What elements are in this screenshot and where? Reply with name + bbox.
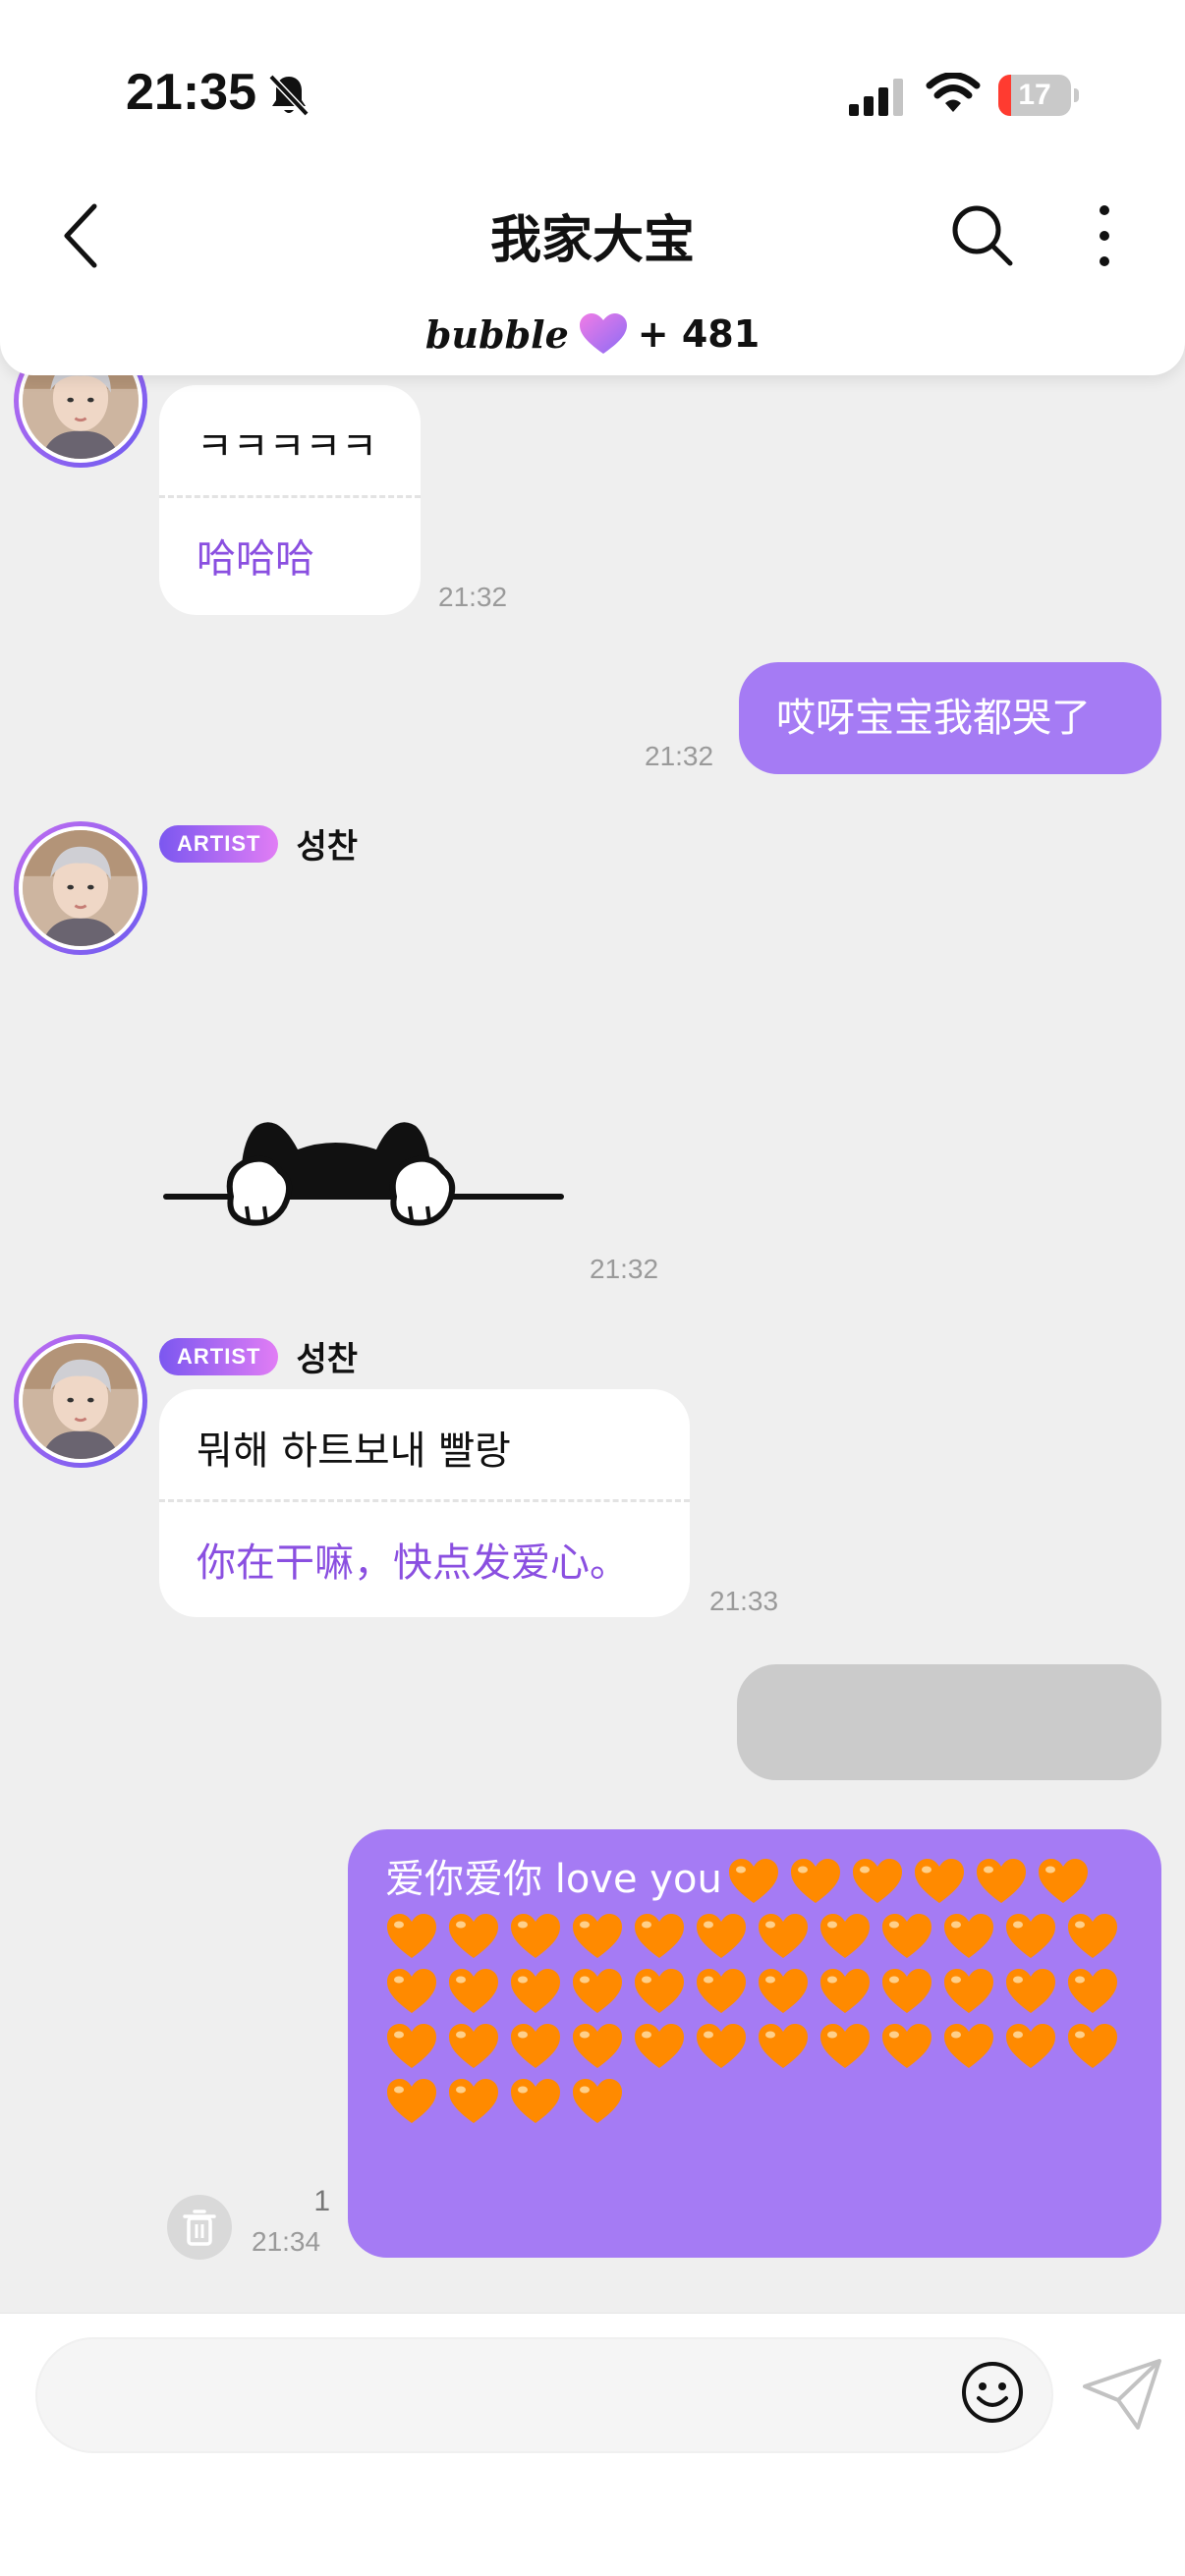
orange-heart-icon [1068,2024,1117,2068]
heart-gradient-icon [579,313,627,354]
orange-heart-icon [820,1969,870,2013]
message-translation-text: 你在干嘛，快点发爱心。 [197,1540,629,1586]
message-text: 爱你爱你 love you [385,1857,722,1902]
bubble-count: + 481 [637,312,761,356]
orange-heart-icon [944,2024,993,2068]
orange-heart-icon [697,2024,746,2068]
orange-heart-icon [1006,2024,1055,2068]
message-bubble-outgoing[interactable]: 哎呀宝宝我都哭了 [739,662,1161,774]
orange-heart-icon [759,1914,808,1958]
orange-heart-icon [976,1859,1026,1903]
orange-heart-icon [728,1859,778,1903]
more-vertical-icon[interactable] [1085,198,1124,273]
orange-heart-icon [387,1914,436,1958]
orange-heart-icon [387,2079,436,2123]
orange-heart-icon [790,1859,840,1903]
message-time: 21:32 [590,1254,659,1284]
battery-percent: 17 [1018,79,1051,111]
search-icon[interactable] [949,202,1014,267]
orange-heart-icon [573,1914,622,1958]
message-input[interactable] [35,2337,1053,2453]
orange-heart-icon [852,1859,902,1903]
orange-heart-icon [882,1914,931,1958]
heart-emoji-list [385,1859,1128,2123]
orange-heart-icon [449,2024,498,2068]
status-bar: 21:35 17 [0,0,1185,187]
avatar[interactable] [14,1334,147,1468]
orange-heart-icon [573,2079,622,2123]
translation-divider [159,1499,690,1502]
orange-heart-icon [1006,1914,1055,1958]
orange-heart-icon [697,1914,746,1958]
bubble-logo: bubble [424,311,569,357]
trash-icon [183,2210,216,2246]
orange-heart-icon [511,1914,560,1958]
orange-heart-icon [1038,1859,1088,1903]
signal-icon [849,79,903,116]
sender-row: ARTIST 성찬 [159,819,358,868]
message-original-text: 뭐해 하트보내 빨랑 [197,1428,511,1474]
orange-heart-icon [944,1914,993,1958]
orange-heart-icon [882,1969,931,2013]
orange-heart-icon [1068,1969,1117,2013]
message-bubble-hidden[interactable] [737,1664,1161,1780]
orange-heart-icon [914,1859,964,1903]
artist-badge: ARTIST [159,824,279,863]
orange-heart-icon [882,2024,931,2068]
message-original-text: ㅋㅋㅋㅋㅋ [197,424,377,470]
orange-heart-icon [387,2024,436,2068]
sender-row: ARTIST 성찬 [159,1332,358,1380]
artist-badge: ARTIST [159,1337,279,1375]
message-bubble-incoming[interactable]: 뭐해 하트보내 빨랑 你在干嘛，快点发爱心。 [159,1389,690,1617]
orange-heart-icon [759,2024,808,2068]
delete-message-button[interactable] [167,2195,232,2260]
status-time: 21:35 [126,64,256,121]
translation-divider [159,495,421,498]
composer-bar [0,2313,1185,2576]
message-time: 21:32 [438,582,508,612]
orange-heart-icon [635,2024,684,2068]
orange-heart-icon [387,1969,436,2013]
emoji-icon[interactable] [959,2359,1026,2426]
message-bubble-incoming[interactable]: ㅋㅋㅋㅋㅋ 哈哈哈 [159,385,421,615]
orange-heart-icon [573,1969,622,2013]
orange-heart-icon [820,1914,870,1958]
orange-heart-icon [697,1969,746,2013]
message-text: 哎呀宝宝我都哭了 [776,696,1091,741]
unread-count: 1 [313,2185,330,2217]
orange-heart-icon [820,2024,870,2068]
message-time: 21:32 [645,741,714,771]
avatar[interactable] [14,821,147,955]
orange-heart-icon [511,2079,560,2123]
orange-heart-icon [1006,1969,1055,2013]
bubble-subscription-bar[interactable]: bubble + 481 [0,307,1185,362]
message-time: 21:34 [252,2226,321,2257]
send-icon[interactable] [1081,2357,1163,2432]
wifi-icon [926,73,981,112]
peeking-cat-sticker[interactable] [162,1110,565,1238]
message-time: 21:33 [709,1586,779,1616]
back-arrow-icon[interactable] [53,196,112,275]
orange-heart-icon [449,1914,498,1958]
battery-indicator: 17 [998,75,1079,116]
bell-muted-icon [268,74,310,117]
orange-heart-icon [511,2024,560,2068]
orange-heart-icon [449,1969,498,2013]
orange-heart-icon [759,1969,808,2013]
orange-heart-icon [573,2024,622,2068]
orange-heart-icon [944,1969,993,2013]
orange-heart-icon [635,1969,684,2013]
orange-heart-icon [1068,1914,1117,1958]
message-translation-text: 哈哈哈 [197,536,314,582]
sender-name: 성찬 [296,827,359,867]
sender-name: 성찬 [296,1340,359,1379]
orange-heart-icon [511,1969,560,2013]
message-bubble-outgoing[interactable]: 爱你爱你 love you [348,1829,1161,2258]
orange-heart-icon [635,1914,684,1958]
orange-heart-icon [449,2079,498,2123]
